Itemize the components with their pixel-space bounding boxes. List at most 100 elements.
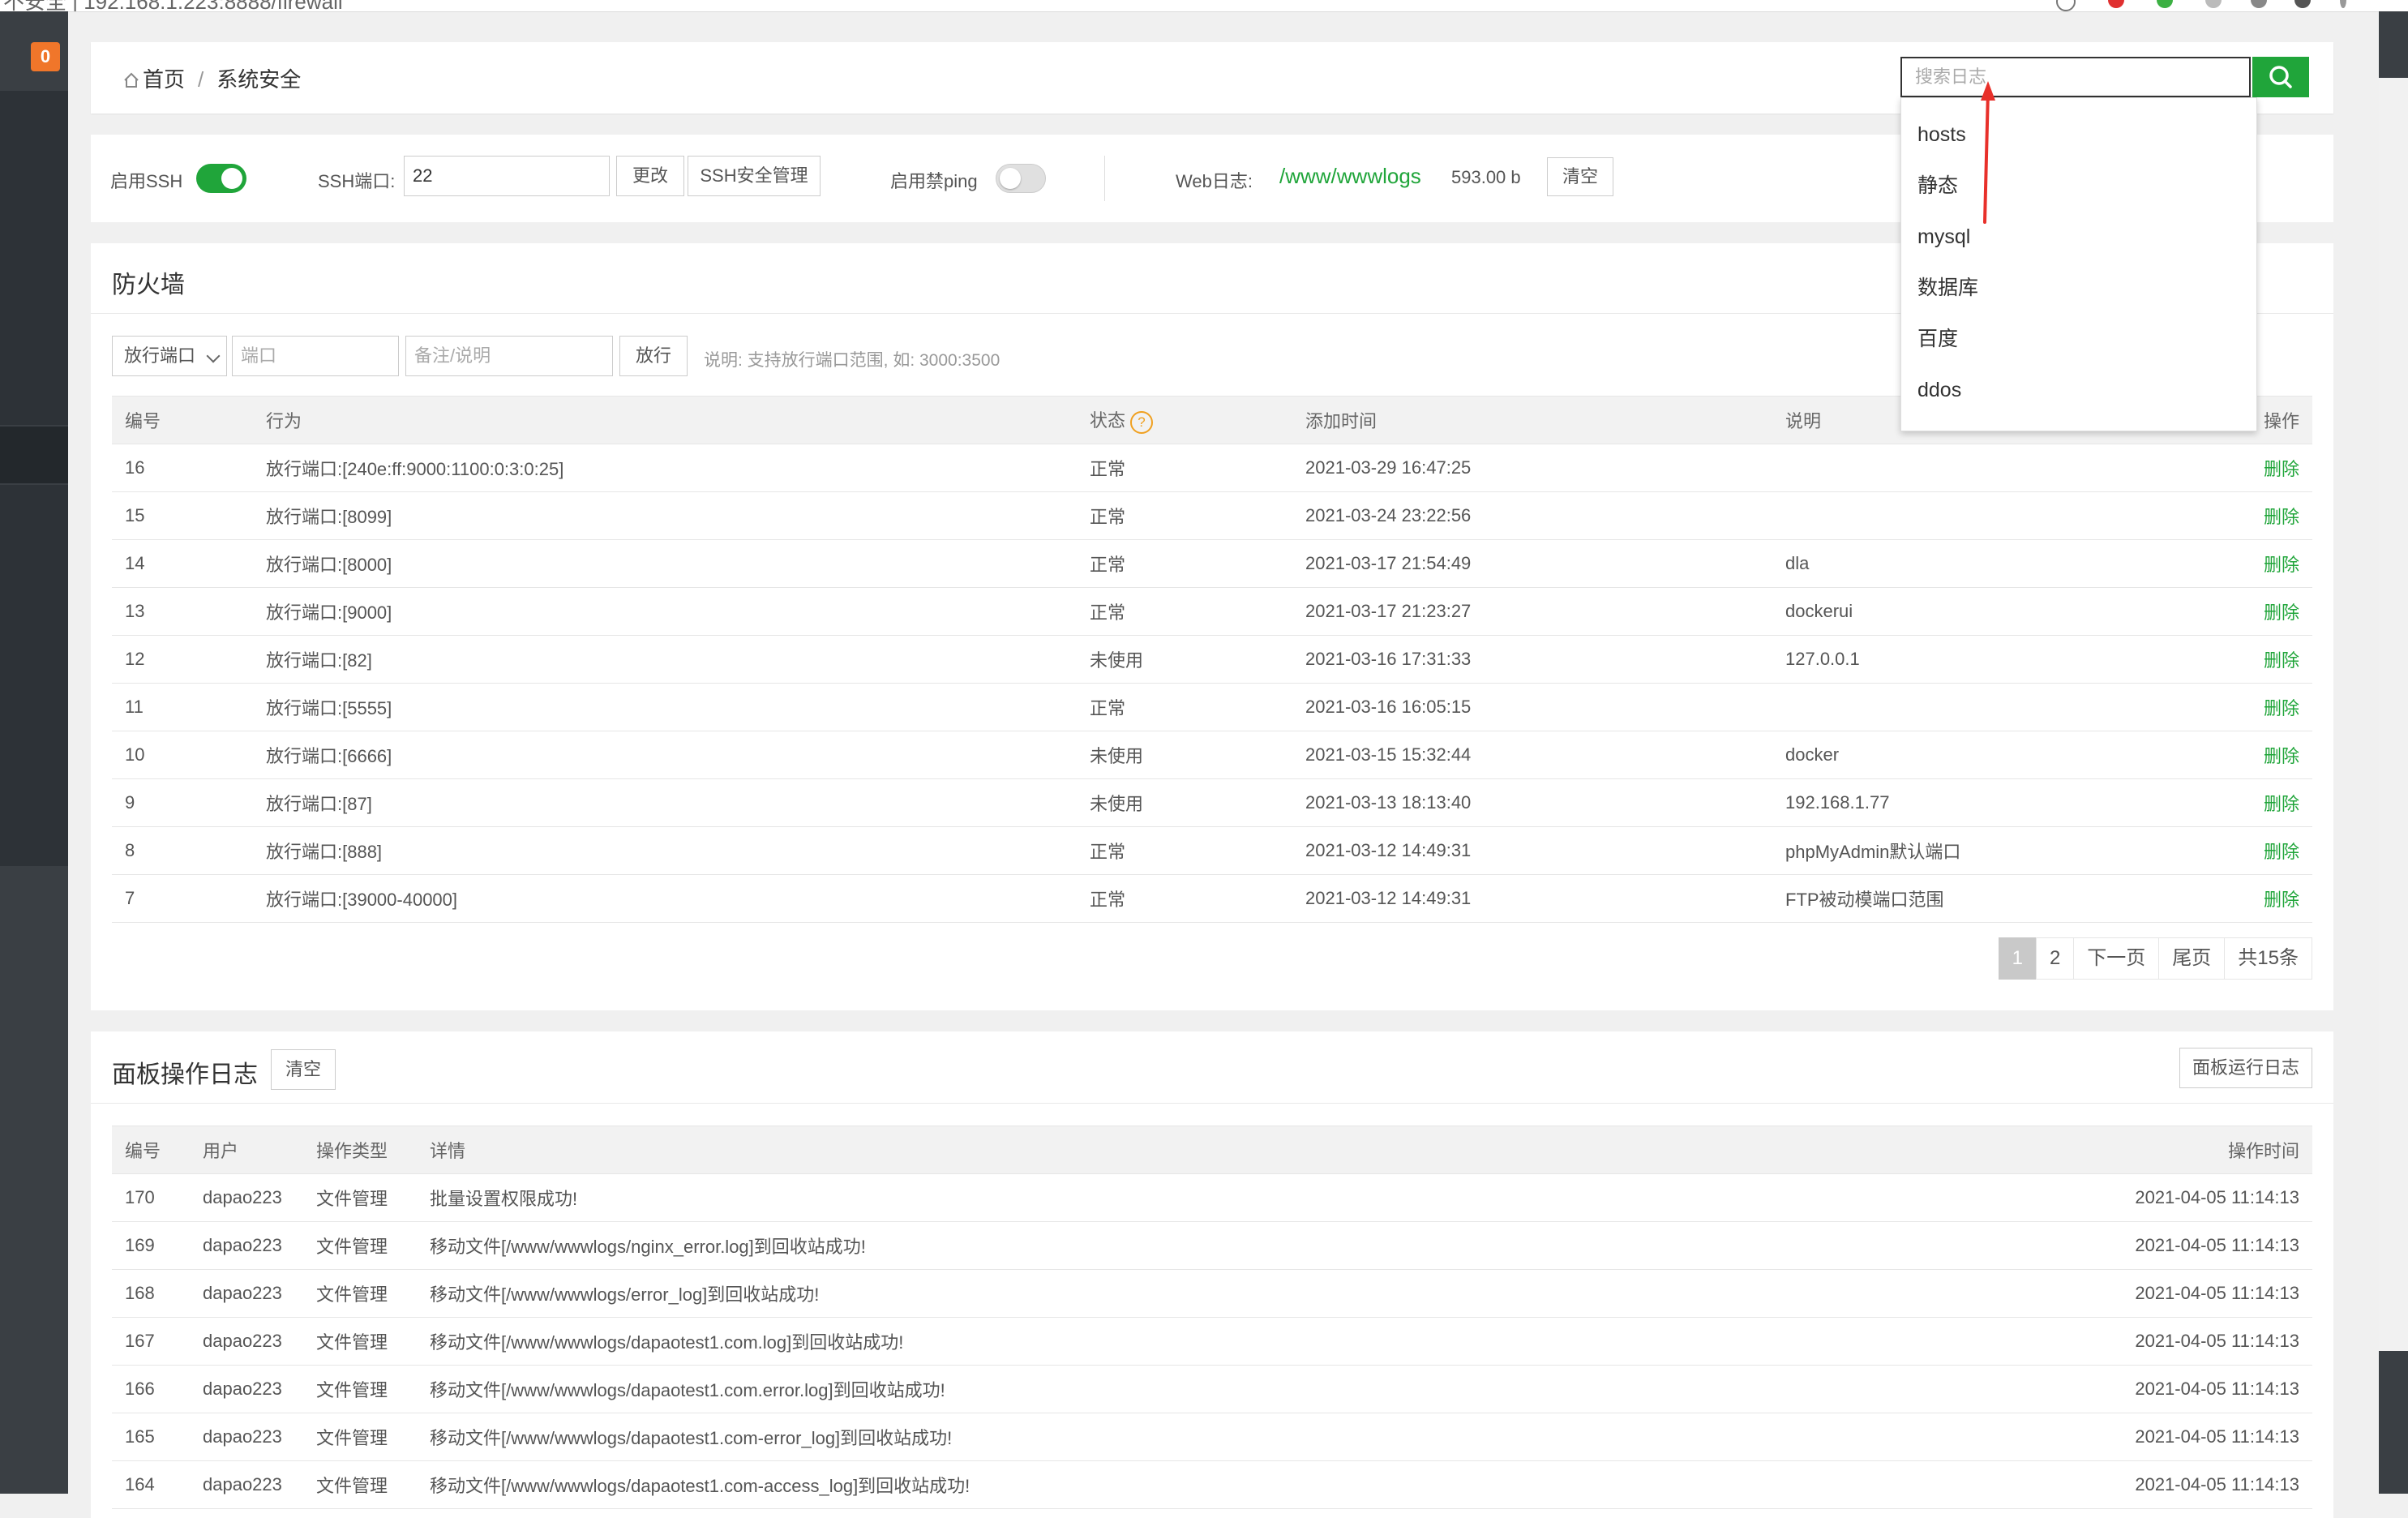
cell-op: 删除 — [2205, 778, 2312, 827]
delete-link[interactable]: 删除 — [2264, 890, 2299, 910]
suggestion-item[interactable]: hosts — [1901, 109, 2256, 161]
cell-id: 16 — [112, 444, 253, 492]
profile-avatar-icon[interactable] — [2294, 0, 2311, 8]
cell-op: 删除 — [2205, 491, 2312, 540]
oplog-table: 编号 用户 操作类型 详情 操作时间 170 dapao223 文件管理 批量设置权限… — [112, 1126, 2312, 1509]
notification-badge[interactable]: 0 — [31, 42, 60, 71]
delete-link[interactable]: 删除 — [2264, 650, 2299, 671]
cell-action: 放行端口:[888] — [253, 826, 1077, 875]
rule-type-value: 放行端口 — [124, 345, 196, 366]
table-row: 169 dapao223 文件管理 移动文件[/www/wwwlogs/nginx_e… — [112, 1221, 2312, 1270]
table-row: 168 dapao223 文件管理 移动文件[/www/wwwlogs/error_l… — [112, 1269, 2312, 1318]
cell-user: dapao223 — [190, 1365, 303, 1413]
cell-note: phpMyAdmin默认端口 — [1772, 826, 2205, 875]
breadcrumb-home[interactable]: 首页 — [143, 67, 185, 92]
cell-action: 放行端口:[240e:ff:9000:1100:0:3:0:25] — [253, 444, 1077, 492]
next-page-button[interactable]: 下一页 — [2073, 937, 2160, 980]
cell-time: 2021-03-24 23:22:56 — [1292, 491, 1772, 540]
cell-detail: 移动文件[/www/wwwlogs/dapaotest1.com.error.l… — [417, 1365, 2076, 1413]
delete-link[interactable]: 删除 — [2264, 555, 2299, 575]
cell-id: 169 — [112, 1221, 190, 1270]
cell-status: 未使用 — [1077, 731, 1292, 779]
ssh-enable-toggle[interactable] — [196, 164, 246, 193]
page-2-button[interactable]: 2 — [2035, 937, 2075, 980]
oplog-clear-button[interactable]: 清空 — [271, 1049, 336, 1090]
sidebar-item-security-active[interactable] — [0, 427, 68, 483]
sidebar-menu[interactable] — [0, 91, 68, 425]
delete-link[interactable]: 删除 — [2264, 842, 2299, 862]
scrollbar-thumb[interactable] — [2379, 11, 2408, 78]
note-input[interactable] — [405, 336, 613, 376]
cell-time: 2021-03-17 21:23:27 — [1292, 587, 1772, 636]
page-1-button[interactable]: 1 — [1998, 937, 2037, 980]
cell-time: 2021-04-05 11:14:13 — [2076, 1269, 2312, 1318]
allow-port-button[interactable]: 放行 — [619, 336, 688, 376]
extensions-puzzle-icon[interactable] — [2251, 0, 2267, 8]
cell-op: 删除 — [2205, 826, 2312, 875]
log-search-box — [1900, 57, 2251, 97]
cell-note: 127.0.0.1 — [1772, 635, 2205, 684]
ssh-port-input[interactable] — [404, 156, 610, 196]
ssh-security-manage-button[interactable]: SSH安全管理 — [688, 156, 821, 196]
table-row: 14 放行端口:[8000] 正常 2021-03-17 21:54:49 dla 删除 — [112, 539, 2312, 588]
browser-url[interactable]: 不安全 | 192.168.1.223:8888/firewall — [3, 0, 343, 11]
suggestion-item[interactable]: 百度 — [1901, 314, 2256, 365]
cell-detail: 移动文件[/www/wwwlogs/error_log]到回收站成功! — [417, 1269, 2076, 1318]
table-row: 11 放行端口:[5555] 正常 2021-03-16 16:05:15 删除 — [112, 683, 2312, 731]
delete-link[interactable]: 删除 — [2264, 794, 2299, 814]
cell-op: 删除 — [2205, 539, 2312, 588]
cell-time: 2021-03-16 17:31:33 — [1292, 635, 1772, 684]
extension-red-icon[interactable] — [2108, 0, 2124, 8]
ssh-port-change-button[interactable]: 更改 — [616, 156, 684, 196]
cell-note — [1772, 444, 2205, 492]
weblog-path-link[interactable]: /www/wwwlogs — [1279, 164, 1421, 189]
cell-action: 放行端口:[6666] — [253, 731, 1077, 779]
cell-id: 10 — [112, 731, 253, 779]
port-input[interactable] — [232, 336, 399, 376]
extension-green-icon[interactable] — [2157, 0, 2173, 8]
cell-detail: 移动文件[/www/wwwlogs/dapaotest1.com-error_l… — [417, 1413, 2076, 1461]
cell-time: 2021-04-05 11:14:13 — [2076, 1317, 2312, 1366]
last-page-button[interactable]: 尾页 — [2158, 937, 2226, 980]
cell-action: 放行端口:[82] — [253, 635, 1077, 684]
weblog-clear-button[interactable]: 清空 — [1547, 157, 1613, 196]
cell-status: 正常 — [1077, 826, 1292, 875]
search-icon — [2269, 66, 2292, 88]
disable-ping-toggle[interactable] — [996, 164, 1046, 193]
firewall-table: 编号 行为 状态? 添加时间 说明 操作 16 放行端口:[240e:ff:900… — [112, 396, 2312, 923]
weblog-size: 593.00 b — [1451, 167, 1521, 187]
bookmark-star-icon[interactable] — [2056, 0, 2076, 11]
panel-run-log-button[interactable]: 面板运行日志 — [2179, 1048, 2312, 1088]
col-op-time: 操作时间 — [2076, 1126, 2312, 1174]
suggestion-item[interactable]: mysql — [1901, 212, 2256, 263]
cell-time: 2021-03-15 15:32:44 — [1292, 731, 1772, 779]
suggestion-item[interactable]: 静态 — [1901, 161, 2256, 212]
scrollbar-track[interactable] — [2379, 11, 2408, 1494]
table-row: 10 放行端口:[6666] 未使用 2021-03-15 15:32:44 docke… — [112, 731, 2312, 779]
cell-op: 删除 — [2205, 635, 2312, 684]
help-question-icon[interactable]: ? — [1130, 410, 1154, 434]
log-search-input[interactable] — [1913, 58, 2241, 96]
cell-user: dapao223 — [190, 1221, 303, 1270]
scrollbar-thumb-lower[interactable] — [2379, 1351, 2408, 1494]
cell-time: 2021-03-12 14:49:31 — [1292, 874, 1772, 923]
delete-link[interactable]: 删除 — [2264, 602, 2299, 623]
delete-link[interactable]: 删除 — [2264, 698, 2299, 718]
delete-link[interactable]: 删除 — [2264, 507, 2299, 527]
breadcrumb-separator: / — [198, 67, 204, 92]
chevron-down-icon — [206, 349, 221, 363]
cell-status: 正常 — [1077, 444, 1292, 492]
sidebar-menu-lower[interactable] — [0, 485, 68, 866]
suggestion-item[interactable]: 数据库 — [1901, 263, 2256, 314]
table-row: 170 dapao223 文件管理 批量设置权限成功! 2021-04-05 11:14… — [112, 1173, 2312, 1222]
rule-type-select[interactable]: 放行端口 — [112, 336, 227, 376]
search-button[interactable] — [2252, 57, 2309, 97]
divider — [1104, 156, 1105, 201]
home-icon — [124, 72, 139, 88]
extension-grey-icon[interactable] — [2205, 0, 2222, 8]
browser-menu-icon[interactable] — [2340, 0, 2346, 8]
suggestion-item[interactable]: ddos — [1901, 365, 2256, 416]
delete-link[interactable]: 删除 — [2264, 746, 2299, 766]
col-user: 用户 — [190, 1126, 303, 1174]
delete-link[interactable]: 删除 — [2264, 459, 2299, 479]
